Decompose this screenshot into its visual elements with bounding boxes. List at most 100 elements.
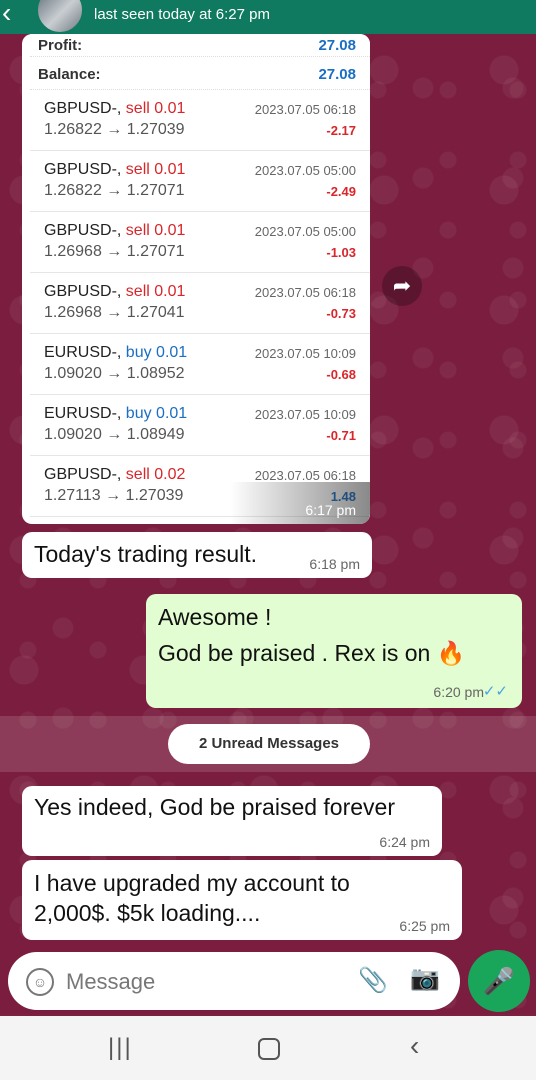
message-time: 6:18 pm	[309, 556, 360, 572]
trade-date: 2023.07.05 10:09	[254, 346, 356, 361]
pair-symbol: GBPUSD-,	[44, 222, 122, 239]
trade-pair: EURUSD-, buy 0.01	[44, 344, 187, 362]
trade-profit: -2.17	[326, 123, 356, 138]
message-time: 6:20 pm	[433, 684, 484, 700]
lot-size: 0.01	[154, 161, 186, 178]
lot-size: 0.01	[156, 405, 188, 422]
trade-row: GBPUSD-, sell 0.01 1.26822 → 1.27071 2023.…	[30, 151, 370, 212]
trade-profit: -0.73	[326, 306, 356, 321]
incoming-message[interactable]: Yes indeed, God be praised forever 6:24 …	[22, 786, 442, 856]
open-price: 1.26822	[44, 182, 102, 199]
trade-prices: 1.27113 → 1.27039	[44, 487, 184, 504]
trade-date: 2023.07.05 06:18	[254, 468, 356, 483]
side-label: sell	[125, 222, 150, 239]
side-label: sell	[125, 161, 150, 178]
attachment-icon[interactable]: 📎	[358, 966, 388, 995]
trade-date: 2023.07.05 06:18	[254, 285, 356, 300]
trade-row: GBPUSD-, sell 0.01 1.26968 → 1.27041 2023.…	[30, 273, 370, 334]
incoming-message[interactable]: I have upgraded my account to 2,000$. $5…	[22, 860, 462, 940]
side-label: buy	[125, 344, 152, 361]
message-time: 6:25 pm	[399, 918, 450, 934]
pair-symbol: GBPUSD-,	[44, 466, 122, 483]
open-price: 1.26968	[44, 243, 102, 260]
system-nav-bar: ||| ‹	[0, 1016, 536, 1080]
incoming-message[interactable]: Today's trading result. 6:18 pm	[22, 532, 372, 578]
lot-size: 0.01	[154, 100, 186, 117]
open-price: 1.26822	[44, 121, 102, 138]
forward-icon[interactable]: ➦	[382, 266, 422, 306]
last-seen-status[interactable]: last seen today at 6:27 pm	[94, 6, 270, 23]
message-text-line1: I have upgraded my account to	[34, 870, 350, 896]
side-label: sell	[125, 283, 150, 300]
trade-prices: 1.26968 → 1.27041	[44, 304, 185, 321]
trade-date: 2023.07.05 05:00	[254, 224, 356, 239]
close-price: 1.27041	[126, 304, 185, 321]
trade-prices: 1.26822 → 1.27071	[44, 182, 185, 199]
pair-symbol: EURUSD-,	[44, 405, 122, 422]
nav-back-icon[interactable]: ‹	[410, 1030, 419, 1062]
trade-pair: GBPUSD-, sell 0.01	[44, 283, 185, 301]
message-text-line2: 2,000$. $5k loading....	[34, 900, 261, 926]
trade-row: GBPUSD-, sell 0.01 1.26822 → 1.27039 2023.…	[30, 90, 370, 151]
pair-symbol: EURUSD-,	[44, 344, 122, 361]
message-composer: ☺ 📎 📷	[8, 952, 460, 1010]
profit-label: Profit:	[38, 37, 83, 54]
pair-symbol: GBPUSD-,	[44, 100, 122, 117]
profit-value: 27.08	[318, 37, 356, 54]
image-message-bubble[interactable]: Profit: 27.08 Balance: 27.08 GBPUSD-, se…	[22, 34, 370, 524]
open-price: 1.26968	[44, 304, 102, 321]
image-time-overlay: 6:17 pm	[230, 482, 370, 524]
emoji-icon[interactable]: ☺	[26, 968, 54, 996]
trade-side: sell 0.01	[126, 161, 186, 178]
trade-prices: 1.09020 → 1.08949	[44, 426, 185, 443]
lot-size: 0.01	[156, 344, 188, 361]
trades-list: GBPUSD-, sell 0.01 1.26822 → 1.27039 2023.…	[30, 90, 370, 517]
close-price: 1.08952	[126, 365, 185, 382]
trade-side: sell 0.02	[126, 466, 186, 483]
trade-profit: -0.71	[326, 428, 356, 443]
open-price: 1.09020	[44, 426, 102, 443]
trading-history-screenshot[interactable]: Profit: 27.08 Balance: 27.08 GBPUSD-, se…	[30, 34, 370, 520]
open-price: 1.27113	[44, 487, 101, 504]
balance-value: 27.08	[318, 66, 356, 83]
trade-row: GBPUSD-, sell 0.01 1.26968 → 1.27071 2023.…	[30, 212, 370, 273]
trade-pair: GBPUSD-, sell 0.02	[44, 466, 185, 484]
camera-icon[interactable]: 📷	[410, 964, 440, 993]
outgoing-message[interactable]: Awesome ! God be praised . Rex is on 🔥 6…	[146, 594, 522, 708]
lot-size: 0.01	[154, 222, 186, 239]
back-arrow-icon[interactable]: ‹	[2, 0, 11, 28]
trade-side: sell 0.01	[126, 283, 186, 300]
trade-pair: EURUSD-, buy 0.01	[44, 405, 187, 423]
microphone-icon[interactable]: 🎤	[468, 950, 530, 1012]
chat-header: ‹ last seen today at 6:27 pm	[0, 0, 536, 34]
trade-prices: 1.26822 → 1.27039	[44, 121, 185, 138]
recent-apps-icon[interactable]: |||	[108, 1034, 133, 1062]
home-icon[interactable]	[258, 1038, 280, 1060]
trade-row: EURUSD-, buy 0.01 1.09020 → 1.08952 2023.0…	[30, 334, 370, 395]
trade-date: 2023.07.05 05:00	[254, 163, 356, 178]
side-label: sell	[125, 100, 150, 117]
balance-label: Balance:	[38, 66, 101, 83]
trade-prices: 1.26968 → 1.27071	[44, 243, 185, 260]
trade-date: 2023.07.05 06:18	[254, 102, 356, 117]
trade-pair: GBPUSD-, sell 0.01	[44, 222, 185, 240]
message-time: 6:24 pm	[379, 834, 430, 850]
close-price: 1.27039	[126, 121, 185, 138]
side-label: buy	[125, 405, 152, 422]
message-text: Today's trading result.	[34, 541, 258, 567]
close-price: 1.27071	[126, 182, 185, 199]
profit-row: Profit: 27.08	[30, 34, 370, 57]
trade-date: 2023.07.05 10:09	[254, 407, 356, 422]
trade-side: sell 0.01	[126, 222, 186, 239]
trade-side: buy 0.01	[126, 405, 187, 422]
trade-pair: GBPUSD-, sell 0.01	[44, 161, 185, 179]
open-price: 1.09020	[44, 365, 102, 382]
close-price: 1.27039	[125, 487, 184, 504]
message-text-line2: God be praised . Rex is on 🔥	[158, 640, 466, 666]
unread-messages-label: 2 Unread Messages	[168, 724, 370, 764]
message-time: 6:17 pm	[305, 502, 356, 518]
trade-profit: -0.68	[326, 367, 356, 382]
read-receipt-icon: ✓✓	[482, 683, 508, 700]
message-input[interactable]	[64, 964, 348, 1000]
contact-avatar[interactable]	[36, 0, 84, 34]
